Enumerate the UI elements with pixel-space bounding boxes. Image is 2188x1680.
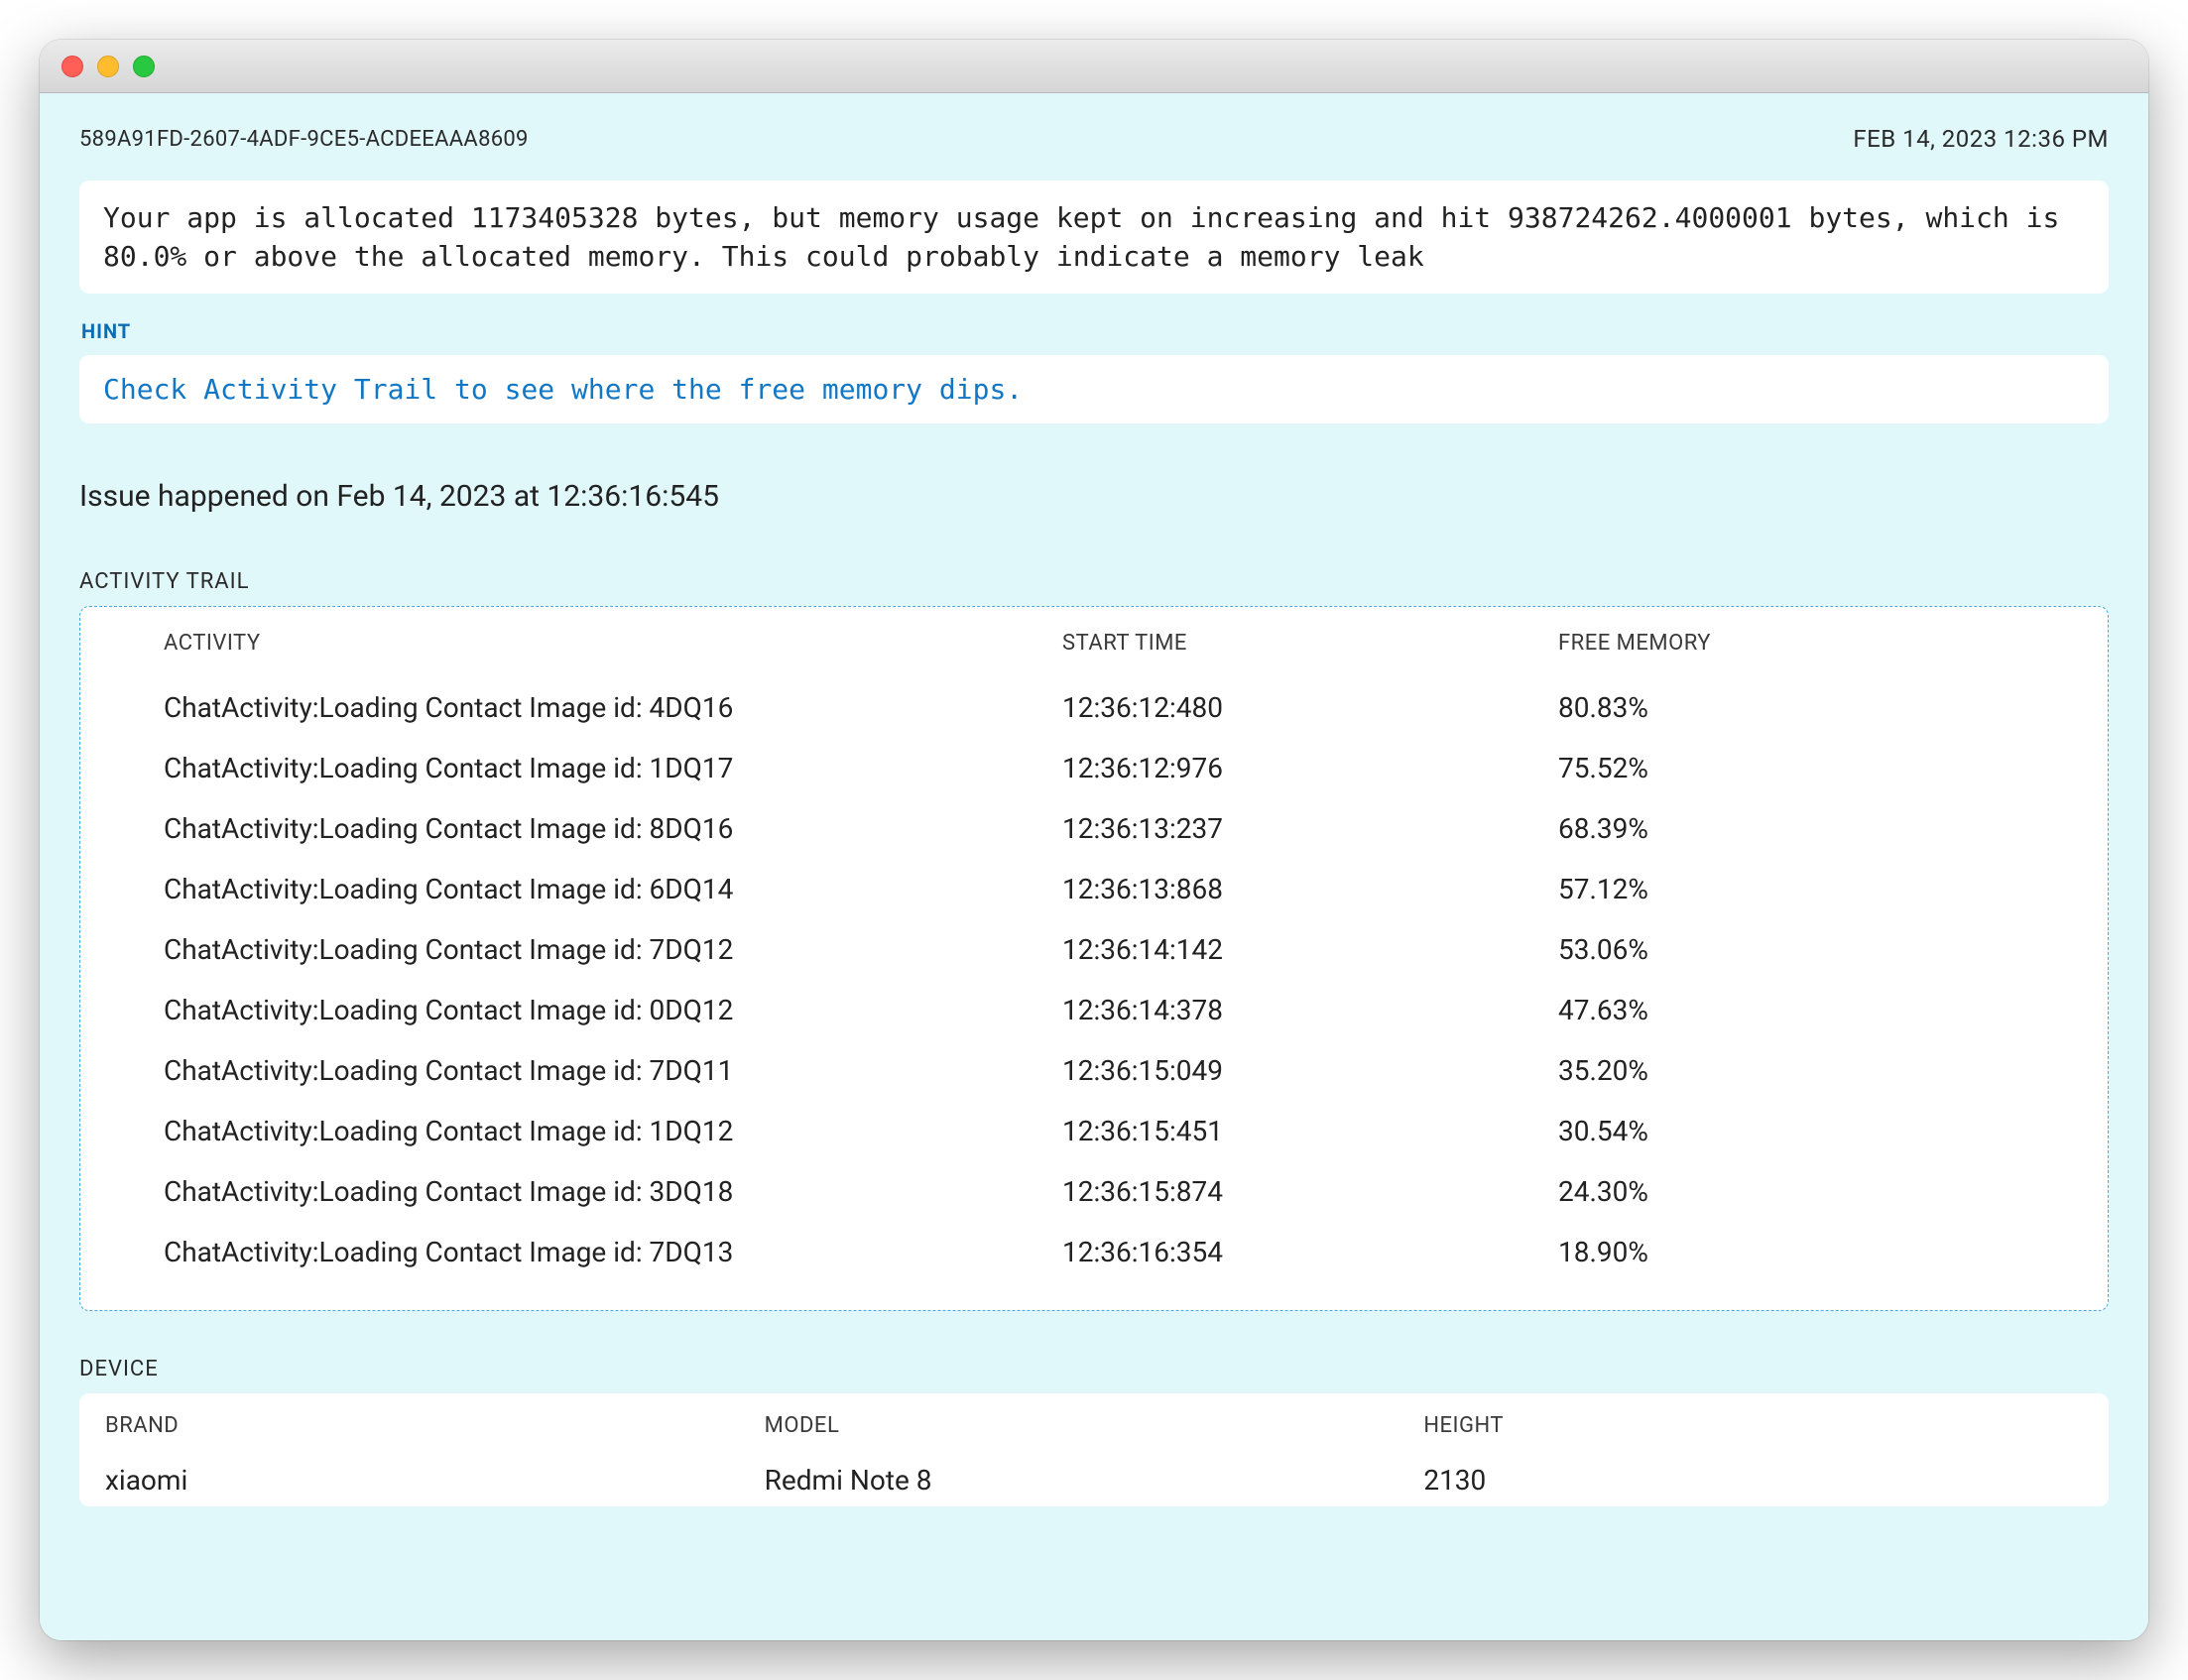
col-height: HEIGHT [1423,1413,2083,1464]
window-minimize-button[interactable] [97,56,119,77]
col-activity: ACTIVITY [164,631,1062,656]
cell-activity: ChatActivity:Loading Contact Image id: 1… [164,752,1062,784]
activity-trail-panel: ACTIVITY START TIME FREE MEMORY ChatActi… [79,606,2109,1311]
table-row: ChatActivity:Loading Contact Image id: 7… [124,1040,2064,1101]
activity-trail-body: ChatActivity:Loading Contact Image id: 4… [124,677,2064,1282]
hint-label: HINT [81,319,2109,343]
table-row: ChatActivity:Loading Contact Image id: 0… [124,980,2064,1040]
activity-trail-header: ACTIVITY START TIME FREE MEMORY [124,621,2064,677]
table-row: ChatActivity:Loading Contact Image id: 1… [124,1101,2064,1161]
device-panel: BRAND MODEL HEIGHT xiaomi Redmi Note 8 2… [79,1393,2109,1506]
device-model: Redmi Note 8 [765,1464,1424,1497]
hint-message: Check Activity Trail to see where the fr… [79,355,2109,423]
cell-activity: ChatActivity:Loading Contact Image id: 6… [164,873,1062,905]
cell-start-time: 12:36:15:049 [1062,1054,1558,1087]
cell-start-time: 12:36:14:378 [1062,994,1558,1026]
cell-start-time: 12:36:13:868 [1062,873,1558,905]
col-free-memory: FREE MEMORY [1558,631,2024,656]
table-row: ChatActivity:Loading Contact Image id: 1… [124,738,2064,798]
cell-activity: ChatActivity:Loading Contact Image id: 1… [164,1115,1062,1147]
table-row: ChatActivity:Loading Contact Image id: 7… [124,1222,2064,1282]
cell-activity: ChatActivity:Loading Contact Image id: 7… [164,933,1062,966]
col-model: MODEL [765,1413,1424,1464]
window-close-button[interactable] [61,56,83,77]
cell-activity: ChatActivity:Loading Contact Image id: 8… [164,812,1062,845]
cell-start-time: 12:36:15:451 [1062,1115,1558,1147]
device-label: DEVICE [79,1357,2109,1381]
issue-happened-line: Issue happened on Feb 14, 2023 at 12:36:… [79,479,2109,514]
table-row: ChatActivity:Loading Contact Image id: 4… [124,677,2064,738]
report-uuid: 589A91FD-2607-4ADF-9CE5-ACDEEAAA8609 [79,127,529,152]
content-area: 589A91FD-2607-4ADF-9CE5-ACDEEAAA8609 FEB… [40,93,2148,1640]
cell-free-memory: 18.90% [1558,1236,2024,1268]
cell-start-time: 12:36:15:874 [1062,1175,1558,1208]
cell-free-memory: 30.54% [1558,1115,2024,1147]
table-row: ChatActivity:Loading Contact Image id: 3… [124,1161,2064,1222]
cell-activity: ChatActivity:Loading Contact Image id: 3… [164,1175,1062,1208]
cell-free-memory: 75.52% [1558,752,2024,784]
table-row: ChatActivity:Loading Contact Image id: 7… [124,919,2064,980]
cell-activity: ChatActivity:Loading Contact Image id: 4… [164,691,1062,724]
cell-free-memory: 24.30% [1558,1175,2024,1208]
app-window: 589A91FD-2607-4ADF-9CE5-ACDEEAAA8609 FEB… [40,40,2148,1640]
titlebar [40,40,2148,93]
activity-trail-label: ACTIVITY TRAIL [79,569,2109,594]
window-maximize-button[interactable] [133,56,155,77]
cell-activity: ChatActivity:Loading Contact Image id: 7… [164,1054,1062,1087]
cell-free-memory: 53.06% [1558,933,2024,966]
report-timestamp: FEB 14, 2023 12:36 PM [1853,125,2109,153]
device-brand: xiaomi [105,1464,765,1497]
col-brand: BRAND [105,1413,765,1464]
cell-start-time: 12:36:12:480 [1062,691,1558,724]
cell-start-time: 12:36:14:142 [1062,933,1558,966]
cell-free-memory: 57.12% [1558,873,2024,905]
cell-free-memory: 47.63% [1558,994,2024,1026]
cell-start-time: 12:36:16:354 [1062,1236,1558,1268]
cell-free-memory: 68.39% [1558,812,2024,845]
device-height: 2130 [1423,1464,2083,1497]
cell-start-time: 12:36:12:976 [1062,752,1558,784]
cell-free-memory: 35.20% [1558,1054,2024,1087]
cell-start-time: 12:36:13:237 [1062,812,1558,845]
report-header: 589A91FD-2607-4ADF-9CE5-ACDEEAAA8609 FEB… [79,125,2109,153]
cell-activity: ChatActivity:Loading Contact Image id: 0… [164,994,1062,1026]
cell-free-memory: 80.83% [1558,691,2024,724]
col-start-time: START TIME [1062,631,1558,656]
cell-activity: ChatActivity:Loading Contact Image id: 7… [164,1236,1062,1268]
issue-message: Your app is allocated 1173405328 bytes, … [79,180,2109,294]
table-row: ChatActivity:Loading Contact Image id: 6… [124,859,2064,919]
table-row: ChatActivity:Loading Contact Image id: 8… [124,798,2064,859]
